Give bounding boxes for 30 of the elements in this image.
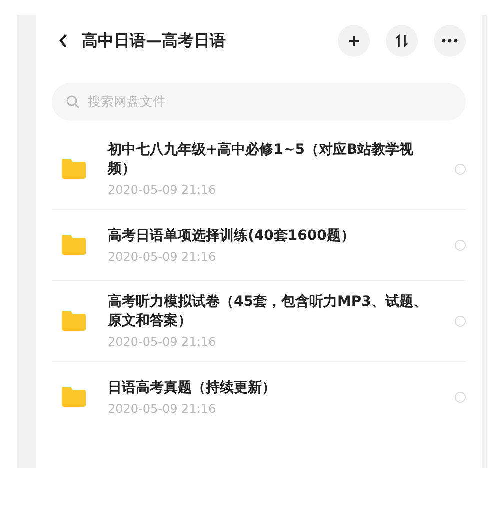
modified-date: 2020-05-09 21:16 xyxy=(108,402,218,416)
sort-icon xyxy=(395,34,409,48)
folder-icon xyxy=(62,387,86,407)
sort-button[interactable] xyxy=(386,25,418,57)
modified-date: 2020-05-09 21:16 xyxy=(108,183,218,197)
select-radio[interactable] xyxy=(455,316,466,326)
folder-title: 高中日语—高考日语 xyxy=(82,30,227,52)
back-icon[interactable] xyxy=(58,33,68,49)
more-button[interactable] xyxy=(434,25,466,57)
add-button[interactable] xyxy=(338,25,370,57)
select-radio[interactable] xyxy=(455,240,466,250)
search-icon xyxy=(66,95,80,109)
folder-name: 初中七八九年级+高中必修1~5（对应B站教学视频） xyxy=(108,141,415,179)
folder-name: 高考听力模拟试卷（45套，包含听力MP3、试题、原文和答案） xyxy=(108,293,428,331)
folder-icon xyxy=(62,311,86,331)
folder-name: 日语高考真题（持续更新） xyxy=(108,378,277,398)
folder-icon xyxy=(62,159,86,179)
select-radio[interactable] xyxy=(455,164,466,174)
file-row[interactable]: 高考日语单项选择训练(40套1600题） 2020-05-09 21:16 xyxy=(52,210,466,281)
folder-icon xyxy=(62,235,86,255)
search-field[interactable]: 搜索网盘文件 xyxy=(52,83,466,121)
modified-date: 2020-05-09 21:16 xyxy=(108,335,218,349)
file-row[interactable]: 高考听力模拟试卷（45套，包含听力MP3、试题、原文和答案） 2020-05-09 21:16 xyxy=(52,281,466,362)
file-row[interactable]: 初中七八九年级+高中必修1~5（对应B站教学视频） 2020-05-09 21:16 xyxy=(52,129,466,210)
plus-icon xyxy=(348,35,360,47)
file-row[interactable]: 日语高考真题（持续更新） 2020-05-09 21:16 xyxy=(52,362,466,432)
select-radio[interactable] xyxy=(455,392,466,402)
folder-name: 高考日语单项选择训练(40套1600题） xyxy=(108,226,356,246)
modified-date: 2020-05-09 21:16 xyxy=(108,250,218,264)
more-icon xyxy=(442,39,458,43)
